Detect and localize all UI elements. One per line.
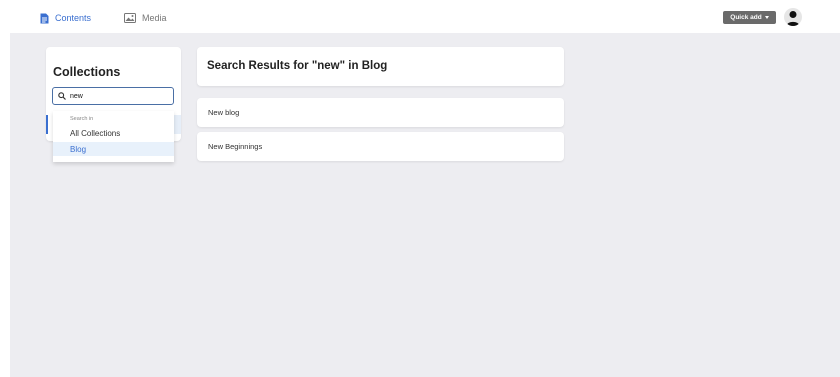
tab-media[interactable]: Media [124,11,167,25]
search-scope-dropdown: Search in All Collections Blog [53,111,174,162]
collections-title: Collections [53,65,121,79]
result-item[interactable]: New Beginnings [197,132,564,161]
main-area: Collections Search Results for "new" in … [10,33,840,377]
image-icon [124,13,136,23]
collection-search-field[interactable] [52,87,174,105]
dropdown-header: Search in [70,116,94,122]
collection-search-input[interactable] [70,92,170,100]
result-item[interactable]: New blog [197,98,564,127]
results-title: Search Results for "new" in Blog [207,60,388,72]
caret-down-icon [764,16,769,19]
tab-media-label: Media [142,13,167,23]
result-label: New Beginnings [208,142,263,151]
active-collection-marker [46,115,48,134]
user-icon [786,11,800,26]
tab-contents[interactable]: Contents [40,11,91,25]
dropdown-option-all-collections[interactable]: All Collections [53,126,174,140]
quick-add-button[interactable]: Quick add [723,11,776,24]
top-bar: Contents Media Quick add [0,0,840,33]
result-label: New blog [208,108,240,117]
dropdown-option-blog[interactable]: Blog [53,142,174,156]
tab-contents-label: Contents [55,13,92,23]
active-collection-row [174,115,181,134]
document-icon [40,13,49,24]
quick-add-label: Quick add [730,14,762,21]
search-icon [58,87,66,105]
results-header: Search Results for "new" in Blog [197,47,564,86]
user-avatar[interactable] [784,8,802,26]
